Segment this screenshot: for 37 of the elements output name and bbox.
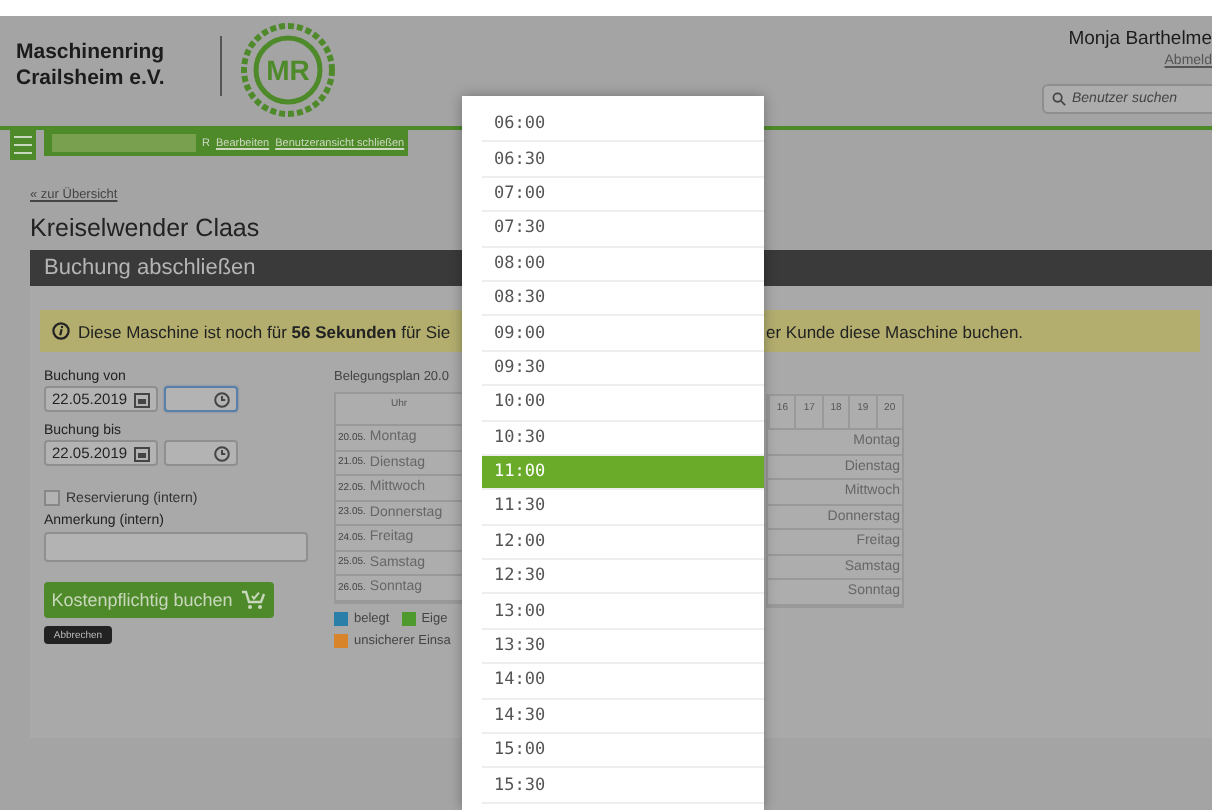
logo: MR <box>238 20 338 120</box>
clock-icon <box>214 391 230 407</box>
time-option[interactable]: 12:00 <box>482 525 764 561</box>
time-option[interactable]: 10:30 <box>482 421 764 456</box>
time-option[interactable]: 13:30 <box>482 629 764 665</box>
time-option[interactable]: 08:30 <box>482 281 764 317</box>
time-option[interactable]: 13:00 <box>482 594 764 630</box>
time-option[interactable]: 09:30 <box>482 351 764 387</box>
time-option[interactable]: 09:00 <box>482 316 764 352</box>
time-option[interactable]: 07:30 <box>482 212 764 248</box>
search-icon <box>1052 92 1066 106</box>
time-option[interactable]: 11:30 <box>482 490 764 526</box>
cart-icon <box>242 590 267 610</box>
menu-button[interactable] <box>10 130 36 160</box>
clock-icon <box>214 445 230 461</box>
time-option[interactable]: 06:00 <box>482 108 764 143</box>
redacted-block <box>52 134 196 152</box>
notice-text: Diese Maschine ist noch für 56 Sekunden für Sie <box>78 321 451 341</box>
time-option[interactable]: 07:00 <box>482 177 764 213</box>
calendar-icon <box>134 391 150 407</box>
time-option[interactable]: 14:00 <box>482 664 764 700</box>
time-option[interactable]: 06:30 <box>482 142 764 178</box>
note-field[interactable] <box>44 532 308 562</box>
time-field[interactable] <box>164 386 238 412</box>
time-option[interactable]: 08:00 <box>482 247 764 282</box>
time-field[interactable] <box>164 440 238 466</box>
notice-text: er Kunde diese Maschine buchen. <box>766 321 1024 341</box>
calendar-icon <box>134 445 150 461</box>
user-name: Monja Barthelme <box>1068 28 1212 50</box>
info-icon <box>52 322 70 340</box>
page-title: Kreiselwender Claas <box>30 214 260 242</box>
time-option[interactable]: 15:30 <box>482 768 764 804</box>
time-option[interactable]: 15:00 <box>482 734 764 769</box>
time-option[interactable]: 14:30 <box>482 699 764 735</box>
organization-name: Maschinenring Crailsheim e.V. <box>16 40 167 92</box>
time-option[interactable]: 10:00 <box>482 386 764 422</box>
time-option[interactable]: 12:30 <box>482 560 764 595</box>
